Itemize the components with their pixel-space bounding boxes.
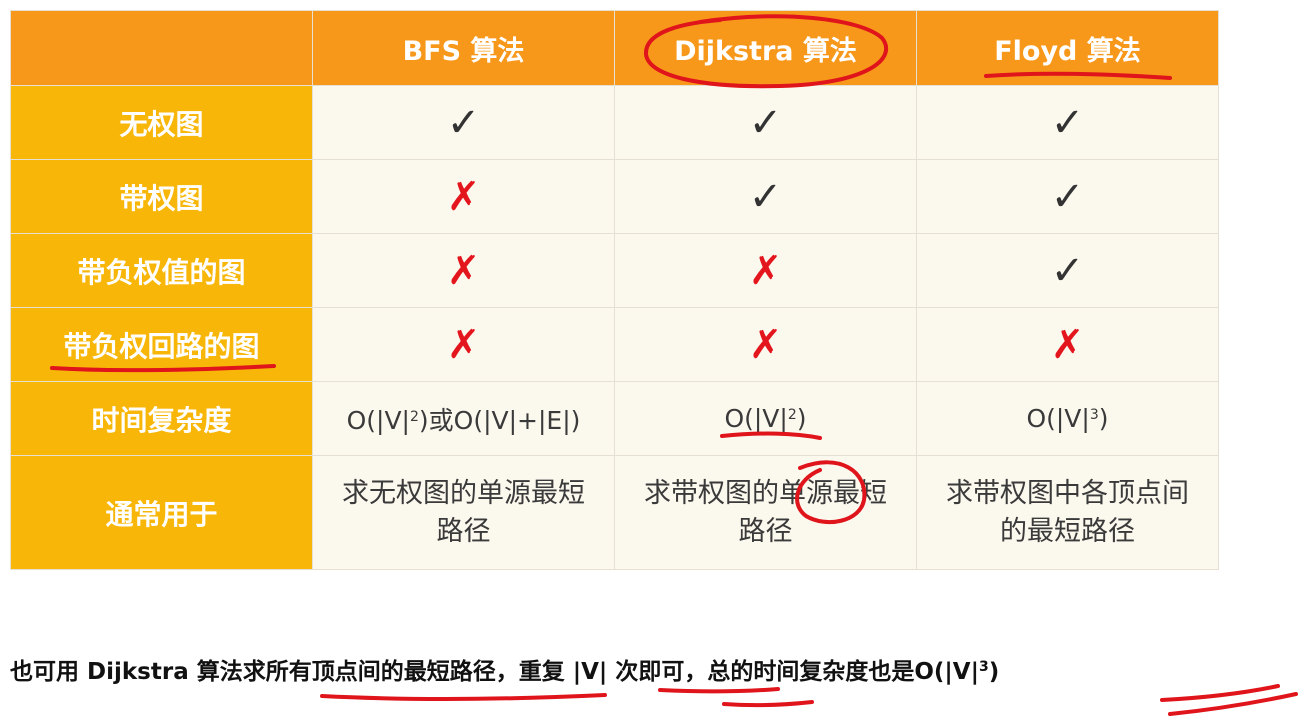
row-label: 时间复杂度 bbox=[10, 381, 313, 456]
cross-icon: ✗ bbox=[1050, 321, 1085, 368]
support-cell: ✓ bbox=[916, 233, 1219, 308]
table-row-complexity: 时间复杂度 O(|V|2)或O(|V|+|E|) O(|V|2) O(|V|3) bbox=[10, 381, 1219, 456]
row-label: 通常用于 bbox=[10, 455, 313, 570]
cross-icon: ✗ bbox=[446, 247, 481, 294]
comparison-table: BFS 算法 Dijkstra 算法 Floyd 算法 无权图 ✓ ✓ ✓ 带权图 ✗ ✓ ✓… bbox=[10, 10, 1219, 570]
col-header-bfs: BFS 算法 bbox=[312, 10, 615, 86]
support-cell: ✗ bbox=[312, 307, 615, 382]
table-row: 无权图 ✓ ✓ ✓ bbox=[10, 85, 1219, 160]
support-cell: ✓ bbox=[614, 85, 917, 160]
table-row: 带负权值的图 ✗ ✗ ✓ bbox=[10, 233, 1219, 308]
row-label: 带权图 bbox=[10, 159, 313, 234]
underline-all-pairs bbox=[320, 693, 607, 701]
header-row: BFS 算法 Dijkstra 算法 Floyd 算法 bbox=[10, 10, 1219, 86]
underline-repeat-v bbox=[658, 687, 780, 694]
cross-icon: ✗ bbox=[748, 247, 783, 294]
support-cell: ✗ bbox=[916, 307, 1219, 382]
support-cell: ✗ bbox=[312, 233, 615, 308]
check-icon: ✓ bbox=[1050, 99, 1085, 146]
underline-v-only bbox=[722, 700, 814, 708]
table-row-usage: 通常用于 求无权图的单源最短路径 求带权图的单源最短路径 求带权图中各顶点间的最… bbox=[10, 455, 1219, 570]
complexity-floyd: O(|V|3) bbox=[916, 381, 1219, 456]
row-label: 带负权值的图 bbox=[10, 233, 313, 308]
support-cell: ✗ bbox=[312, 159, 615, 234]
corner-cell bbox=[10, 10, 313, 86]
row-label: 无权图 bbox=[10, 85, 313, 160]
col-header-dijkstra: Dijkstra 算法 bbox=[614, 10, 917, 86]
table-row: 带权图 ✗ ✓ ✓ bbox=[10, 159, 1219, 234]
support-cell: ✗ bbox=[614, 233, 917, 308]
support-cell: ✓ bbox=[916, 159, 1219, 234]
check-icon: ✓ bbox=[1050, 173, 1085, 220]
support-cell: ✓ bbox=[614, 159, 917, 234]
underline-total-complexity-2 bbox=[1168, 692, 1298, 716]
support-cell: ✓ bbox=[312, 85, 615, 160]
row-label: 带负权回路的图 bbox=[10, 307, 313, 382]
check-icon: ✓ bbox=[1050, 247, 1085, 294]
slide: BFS 算法 Dijkstra 算法 Floyd 算法 无权图 ✓ ✓ ✓ 带权图 ✗ ✓ ✓… bbox=[0, 0, 1302, 722]
cross-icon: ✗ bbox=[446, 321, 481, 368]
col-header-floyd: Floyd 算法 bbox=[916, 10, 1219, 86]
usage-dijkstra: 求带权图的单源最短路径 bbox=[614, 455, 917, 570]
support-cell: ✓ bbox=[916, 85, 1219, 160]
table-row: 带负权回路的图 ✗ ✗ ✗ bbox=[10, 307, 1219, 382]
cross-icon: ✗ bbox=[748, 321, 783, 368]
check-icon: ✓ bbox=[748, 99, 783, 146]
usage-bfs: 求无权图的单源最短路径 bbox=[312, 455, 615, 570]
check-icon: ✓ bbox=[446, 99, 481, 146]
footnote: 也可用 Dijkstra 算法求所有顶点间的最短路径，重复 |V| 次即可，总的… bbox=[10, 659, 1000, 685]
complexity-bfs: O(|V|2)或O(|V|+|E|) bbox=[312, 381, 615, 456]
complexity-dijkstra: O(|V|2) bbox=[614, 381, 917, 456]
cross-icon: ✗ bbox=[446, 173, 481, 220]
support-cell: ✗ bbox=[614, 307, 917, 382]
underline-total-complexity-1 bbox=[1160, 684, 1280, 702]
usage-floyd: 求带权图中各顶点间的最短路径 bbox=[916, 455, 1219, 570]
check-icon: ✓ bbox=[748, 173, 783, 220]
